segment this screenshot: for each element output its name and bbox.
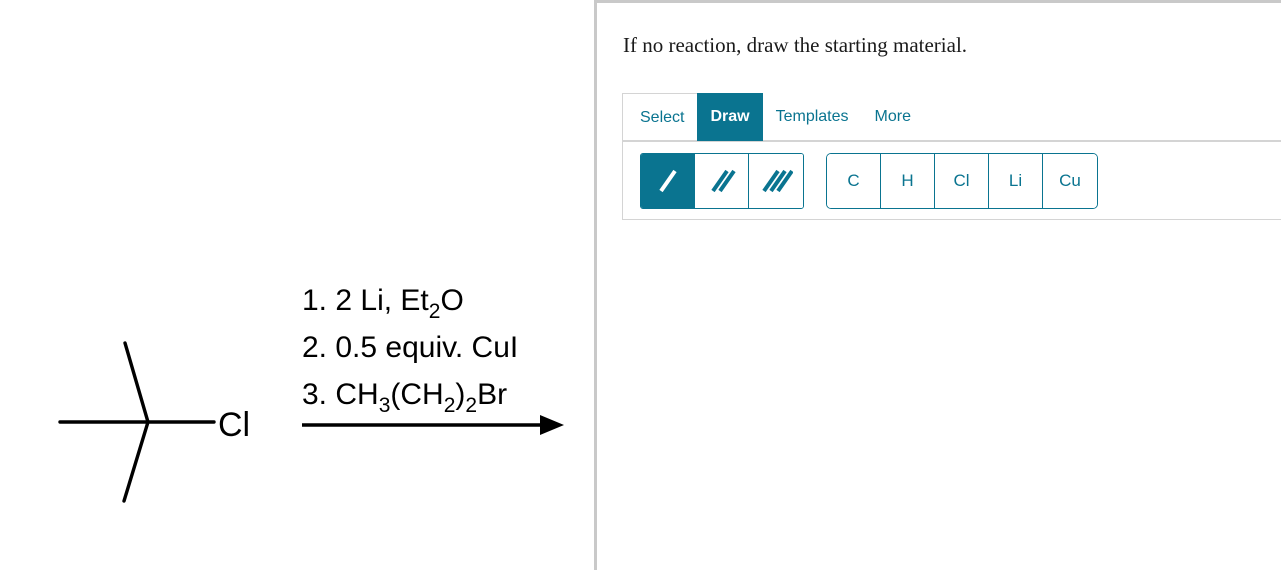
reaction-arrow: [302, 415, 564, 435]
bond-methyl-upper: [123, 341, 150, 424]
reaction-scheme-panel: Cl 1. 2 Li, Et2O 2. 0.5 equiv. CuI 3. CH…: [0, 0, 594, 570]
tab-templates[interactable]: Templates: [763, 93, 862, 141]
bond-tool-group: [640, 152, 804, 209]
element-label-lithium: Li: [1008, 170, 1023, 190]
starting-material-structure: [58, 341, 216, 503]
editor-tab-strip: Select Draw Templates More: [622, 93, 1281, 142]
element-button-hydrogen[interactable]: H: [881, 153, 935, 208]
element-button-copper[interactable]: Cu: [1043, 153, 1097, 208]
element-button-chlorine[interactable]: Cl: [935, 153, 989, 208]
element-button-lithium[interactable]: Li: [989, 153, 1043, 208]
condition-line-1: 1. 2 Li, Et2O: [302, 284, 464, 323]
triple-bond-button[interactable]: [749, 153, 803, 208]
element-button-carbon[interactable]: C: [827, 153, 881, 208]
drawing-canvas[interactable]: [622, 236, 1281, 556]
condition-line-2: 2. 0.5 equiv. CuI: [302, 331, 518, 364]
double-bond-button[interactable]: [695, 153, 749, 208]
element-label-hydrogen: H: [901, 170, 914, 190]
tab-draw[interactable]: Draw: [697, 93, 763, 141]
prompt-text: If no reaction, draw the starting materi…: [623, 33, 968, 57]
element-tool-group: C H Cl Li Cu: [826, 152, 1098, 209]
single-bond-button[interactable]: [641, 153, 695, 208]
tab-select[interactable]: Select: [622, 93, 698, 141]
element-label-carbon: C: [847, 170, 860, 190]
bond-methyl-lower: [122, 420, 150, 503]
double-bond-icon: [710, 169, 736, 192]
tab-more[interactable]: More: [862, 93, 924, 141]
condition-line-3: 3. CH3(CH2)2Br: [302, 378, 507, 417]
element-label-copper: Cu: [1059, 170, 1081, 190]
triple-bond-icon: [762, 169, 793, 192]
atom-label-cl: Cl: [218, 406, 250, 444]
single-bond-icon: [658, 169, 677, 192]
answer-panel: If no reaction, draw the starting materi…: [594, 0, 1281, 570]
structure-editor: Select Draw Templates More C H Cl Li Cu: [622, 93, 1281, 220]
reaction-scheme-drawing: Cl 1. 2 Li, Et2O 2. 0.5 equiv. CuI 3. CH…: [58, 284, 564, 503]
editor-toolbar: C H Cl Li Cu: [622, 142, 1281, 220]
element-label-chlorine: Cl: [953, 170, 970, 190]
